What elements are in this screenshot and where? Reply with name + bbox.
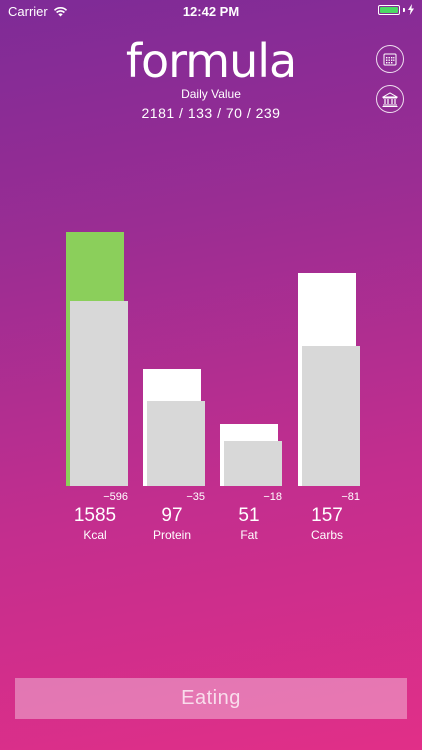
actual-bar-carbs bbox=[302, 346, 360, 486]
category-label-carbs: Carbs bbox=[310, 528, 343, 542]
value-label-carbs: 157 bbox=[311, 505, 343, 526]
calendar-button[interactable] bbox=[376, 45, 404, 73]
category-label-kcal: Kcal bbox=[83, 528, 107, 542]
status-right bbox=[378, 4, 414, 15]
status-time: 12:42 PM bbox=[182, 4, 240, 19]
diff-label-carbs: −81 bbox=[341, 491, 360, 503]
value-label-fat: 51 bbox=[238, 505, 260, 526]
bank-icon bbox=[382, 91, 398, 107]
calendar-icon bbox=[383, 53, 397, 66]
actual-bar-fat bbox=[224, 441, 282, 486]
value-label-kcal: 1585 bbox=[73, 505, 117, 526]
category-label-protein: Protein bbox=[152, 528, 192, 542]
actual-bar-kcal bbox=[70, 301, 128, 486]
value-label-protein: 97 bbox=[161, 505, 183, 526]
daily-value-label: Daily Value bbox=[181, 87, 241, 101]
battery-icon bbox=[378, 4, 400, 15]
battery-nub bbox=[403, 7, 405, 12]
bank-button[interactable] bbox=[376, 85, 404, 113]
charging-bolt-icon bbox=[408, 4, 414, 15]
diff-label-fat: −18 bbox=[263, 491, 282, 503]
actual-bar-protein bbox=[147, 401, 205, 486]
status-bar: Carrier 12:42 PM bbox=[0, 0, 422, 22]
diff-label-protein: −35 bbox=[186, 491, 205, 503]
diff-label-kcal: −596 bbox=[103, 491, 128, 503]
category-label-fat: Fat bbox=[240, 528, 258, 542]
eating-button[interactable]: Eating bbox=[15, 678, 407, 719]
daily-value-numbers: 2181 / 133 / 70 / 239 bbox=[141, 105, 281, 121]
app-title: formula bbox=[125, 34, 297, 88]
